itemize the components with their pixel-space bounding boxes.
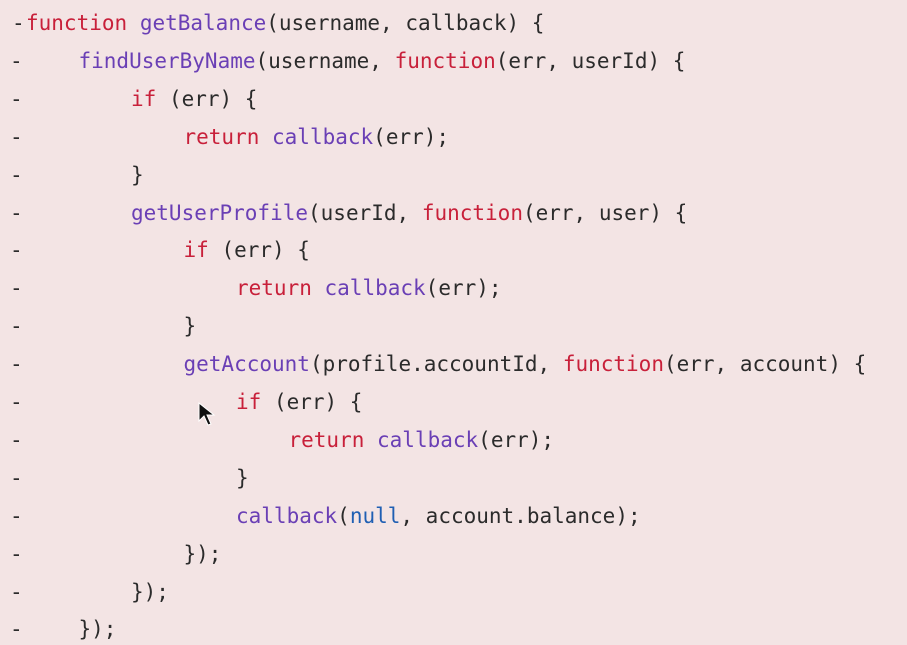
removed-code-line: -}); xyxy=(0,610,907,645)
diff-removed-marker: - xyxy=(10,200,23,225)
code-token: , account.balance); xyxy=(400,503,641,528)
code-diff-view: - function getBalance(username, callback)… xyxy=(0,0,907,645)
removed-code-line: - return callback(err); xyxy=(0,118,907,156)
code-token: (username, xyxy=(255,48,395,73)
code-token: (username, callback) { xyxy=(266,11,545,35)
code-token: (err); xyxy=(425,276,502,301)
removed-code-line: - if (err) { xyxy=(0,231,907,269)
diff-removed-marker: - xyxy=(10,390,23,414)
code-token: (profile.accountId, xyxy=(309,352,563,377)
code-token: function xyxy=(394,48,496,73)
code-token: function xyxy=(26,11,128,35)
diff-removed-marker: - xyxy=(10,86,23,111)
removed-code-line: -} xyxy=(0,307,907,345)
code-text: getAccount(profile.accountId, function(e… xyxy=(184,345,867,383)
code-token: (err, userId) { xyxy=(495,48,686,73)
code-token: if xyxy=(131,86,157,111)
diff-removed-marker: - xyxy=(10,541,23,566)
code-text: if (err) { xyxy=(184,231,310,269)
code-token: if xyxy=(183,238,209,263)
code-token: callback xyxy=(236,503,338,528)
removed-code-line: - callback(null, account.balance); xyxy=(0,497,907,535)
code-token: callback xyxy=(377,427,479,452)
code-token: callback xyxy=(272,124,374,149)
removed-code-line: - return callback(err); xyxy=(0,421,907,459)
diff-removed-marker: - xyxy=(10,579,23,604)
code-token: getBalance xyxy=(139,11,267,35)
removed-code-line: - findUserByName(username, function(err, … xyxy=(0,42,907,80)
code-token: (err); xyxy=(373,124,450,149)
diff-removed-marker: - xyxy=(10,124,23,149)
diff-removed-marker: - xyxy=(10,503,23,528)
code-token: }); xyxy=(78,617,117,642)
code-token: } xyxy=(183,314,197,339)
code-text: } xyxy=(131,156,144,194)
mouse-pointer-icon xyxy=(198,401,216,426)
removed-code-line: - getAccount(profile.accountId, function(… xyxy=(0,345,907,383)
code-token: }); xyxy=(131,579,169,604)
removed-code-line: - if (err) { xyxy=(0,383,907,421)
removed-code-line: -} xyxy=(0,156,907,194)
diff-removed-marker: - xyxy=(10,427,23,452)
code-token: ( xyxy=(337,503,350,528)
code-text: callback(null, account.balance); xyxy=(236,497,641,535)
code-text: if (err) { xyxy=(131,80,257,118)
code-text: if (err) { xyxy=(236,383,362,421)
code-text: function getBalance(username, callback) … xyxy=(26,4,544,42)
code-token: getUserProfile xyxy=(131,200,309,225)
code-token: function xyxy=(562,352,664,377)
code-token: getAccount xyxy=(183,352,310,377)
code-token: (err) { xyxy=(261,390,363,414)
code-token: (err, user) { xyxy=(522,200,688,225)
diff-removed-marker: - xyxy=(10,276,23,301)
removed-code-line: - if (err) { xyxy=(0,80,907,118)
diff-removed-marker: - xyxy=(10,465,23,490)
removed-code-line: - getUserProfile(userId, function(err, us… xyxy=(0,194,907,232)
code-text: } xyxy=(236,459,249,497)
code-token: (err) { xyxy=(156,86,258,111)
code-text: return callback(err); xyxy=(289,421,555,459)
removed-code-line: - function getBalance(username, callback)… xyxy=(0,4,907,42)
removed-code-line: - return callback(err); xyxy=(0,269,907,307)
removed-code-line: -}); xyxy=(0,535,907,573)
code-text: }); xyxy=(131,573,169,611)
code-token: (err, account) { xyxy=(663,352,867,377)
code-token: return xyxy=(183,124,260,149)
diff-removed-marker: - xyxy=(10,162,23,187)
code-token: findUserByName xyxy=(78,48,256,73)
removed-code-line: -} xyxy=(0,459,907,497)
code-text: getUserProfile(userId, function(err, use… xyxy=(131,194,687,232)
code-text: }); xyxy=(184,535,222,573)
diff-removed-marker: - xyxy=(10,238,23,263)
diff-removed-marker: - xyxy=(10,314,23,339)
code-token: function xyxy=(421,200,523,225)
code-token: (err) { xyxy=(208,238,310,263)
code-text: } xyxy=(184,307,197,345)
diff-removed-marker: - xyxy=(10,617,23,642)
code-token: (err); xyxy=(478,427,555,452)
code-token: } xyxy=(131,162,144,187)
code-token: null xyxy=(349,503,401,528)
code-token: return xyxy=(288,427,365,452)
code-token: }); xyxy=(183,541,222,566)
code-token: } xyxy=(236,465,249,490)
code-token: return xyxy=(236,276,312,301)
code-token: if xyxy=(236,390,262,414)
code-text: }); xyxy=(79,610,117,645)
code-text: return callback(err); xyxy=(236,269,502,307)
diff-removed-marker: - xyxy=(10,48,23,73)
code-text: findUserByName(username, function(err, u… xyxy=(79,42,686,80)
removed-code-line: -}); xyxy=(0,573,907,611)
code-token: (userId, xyxy=(308,200,422,225)
diff-removed-marker: - xyxy=(10,352,23,377)
code-token: callback xyxy=(324,276,426,301)
code-text: return callback(err); xyxy=(184,118,450,156)
